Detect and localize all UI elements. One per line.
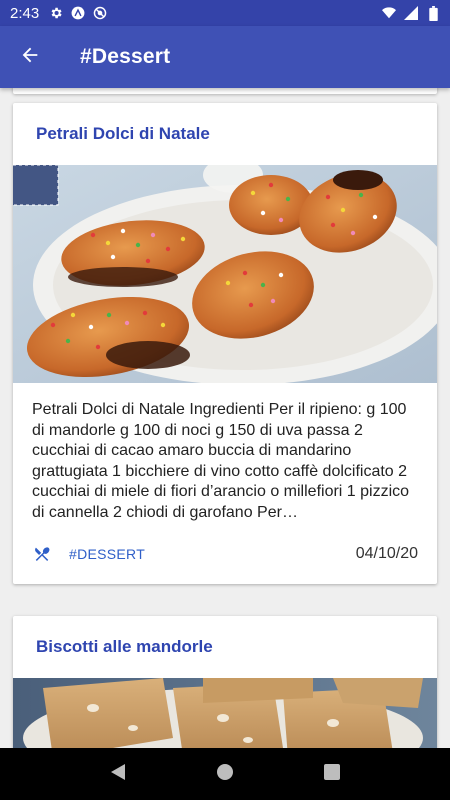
gear-icon bbox=[49, 6, 63, 20]
arrow-back-icon bbox=[19, 44, 41, 71]
status-icons-right bbox=[382, 5, 440, 21]
post-card[interactable]: Biscotti alle mandorle bbox=[13, 616, 437, 748]
status-time: 2:43 bbox=[10, 4, 40, 22]
nav-back-button[interactable] bbox=[98, 754, 138, 794]
post-tag[interactable]: #DESSERT bbox=[69, 546, 145, 562]
post-date: 04/10/20 bbox=[355, 544, 418, 562]
recents-square-icon bbox=[323, 763, 340, 785]
home-circle-icon bbox=[216, 763, 234, 786]
nav-recents-button[interactable] bbox=[312, 754, 352, 794]
back-button[interactable] bbox=[2, 29, 58, 85]
wifi-icon bbox=[382, 6, 396, 20]
post-excerpt: Petrali Dolci di Natale Ingredienti Per … bbox=[32, 401, 410, 521]
signal-icon bbox=[404, 6, 418, 20]
previous-card-edge bbox=[13, 88, 437, 94]
app-bar: #Dessert bbox=[0, 26, 450, 88]
almond-biscotti-photo[interactable] bbox=[13, 678, 437, 748]
post-title[interactable]: Petrali Dolci di Natale bbox=[13, 103, 437, 165]
post-card[interactable]: Petrali Dolci di Natale Petrali Dolci di… bbox=[13, 103, 437, 584]
blocked-icon bbox=[93, 6, 107, 20]
status-bar: 2:43 bbox=[0, 0, 450, 26]
post-footer: #DESSERT 04/10/20 bbox=[13, 524, 437, 584]
cutlery-icon bbox=[32, 544, 52, 564]
petrali-pastries-photo[interactable] bbox=[13, 165, 437, 383]
post-title[interactable]: Biscotti alle mandorle bbox=[13, 616, 437, 678]
app-a-icon bbox=[71, 6, 85, 20]
battery-icon bbox=[426, 5, 440, 21]
status-icons-left bbox=[49, 6, 107, 20]
post-list[interactable]: Petrali Dolci di Natale Petrali Dolci di… bbox=[0, 88, 450, 748]
page-title: #Dessert bbox=[80, 45, 171, 68]
nav-home-button[interactable] bbox=[205, 754, 245, 794]
system-nav-bar bbox=[0, 748, 450, 800]
back-triangle-icon bbox=[110, 763, 126, 786]
